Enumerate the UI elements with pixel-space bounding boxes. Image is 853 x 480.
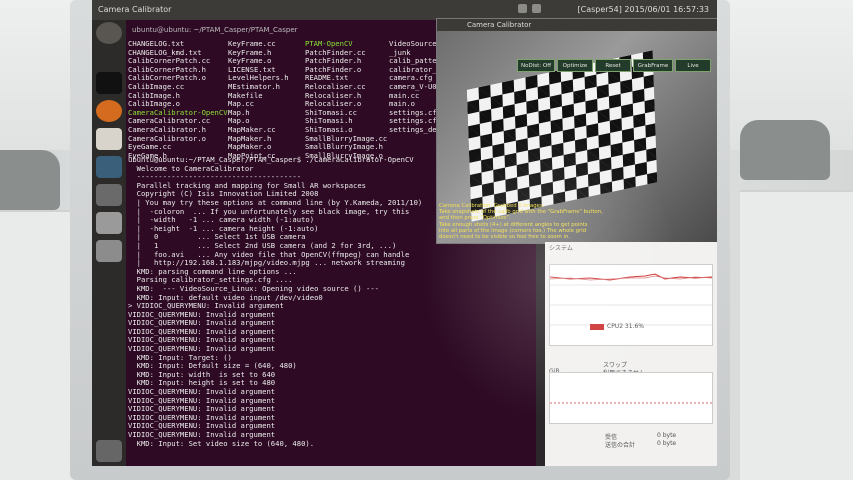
net-total-label: 送信の合計 — [605, 442, 636, 449]
calibration-message: Camera Calibration: Grabbed 0 images. Tak… — [439, 203, 619, 240]
desk-right — [740, 190, 853, 480]
nodist-button[interactable]: NoDist: Off — [517, 59, 555, 72]
calibrator-icon[interactable] — [96, 212, 122, 234]
calibrator-title: Camera Calibrator — [467, 21, 532, 29]
terminal-title: ubuntu@ubuntu: ~/PTAM_Casper/PTAM_Casper — [132, 26, 298, 34]
ubuntu-top-panel: Camera Calibrator [Casper54] 2015/06/01 … — [92, 0, 717, 20]
unity-launcher — [92, 20, 126, 466]
cpu-line — [549, 273, 713, 281]
terminal-icon[interactable] — [96, 72, 122, 94]
output-line: KMD: Input: Set video size to (640, 480)… — [128, 438, 315, 448]
dash-icon[interactable] — [96, 22, 122, 44]
calibrator-window[interactable]: Camera Calibrator NoDist: Off Optimize R… — [436, 18, 717, 244]
photo-scene: Camera Calibrator [Casper54] 2015/06/01 … — [0, 0, 853, 480]
optimize-button[interactable]: Optimize — [557, 59, 593, 72]
desk-left — [0, 210, 80, 480]
network-icon — [518, 4, 527, 13]
terminal-output: ubuntu@ubuntu:~/PTAM_Casper/PTAM_Casper$… — [128, 155, 422, 448]
system-monitor-window[interactable]: システム CPU2 31.6% スワップ 利用できません GiB 受信 — [545, 242, 717, 466]
live-button[interactable]: Live — [675, 59, 711, 72]
grabframe-button[interactable]: GrabFrame — [633, 59, 673, 72]
cpu-legend: CPU2 31.6% — [590, 323, 644, 330]
cpu-label: CPU2 31.6% — [607, 323, 644, 330]
help-icon[interactable] — [96, 184, 122, 206]
trash-icon[interactable] — [96, 440, 122, 462]
message-line: doesn't need to be visible so feel free … — [439, 234, 571, 241]
network-graph — [549, 372, 713, 424]
panel-status: [Casper54] 2015/06/01 16:57:33 — [577, 5, 710, 14]
firefox-icon[interactable] — [96, 100, 122, 122]
volume-icon — [532, 4, 541, 13]
file-row: CameraCalibrator.o MapMaker.h SmallBlurryI… — [128, 134, 469, 144]
monitor-header: システム — [549, 245, 573, 252]
reset-button[interactable]: Reset — [595, 59, 631, 72]
cpu-graph: CPU2 31.6% — [549, 264, 713, 346]
net-recv-value: 0 byte — [657, 432, 677, 439]
network-graph-svg — [550, 402, 712, 404]
drive-icon[interactable] — [96, 240, 122, 262]
file-row: EyeGame.cc MapMaker.o SmallBlurryImage.h — [128, 143, 469, 152]
camera-view: NoDist: Off Optimize Reset GrabFrame Liv… — [437, 31, 717, 243]
cpu-swatch — [590, 323, 604, 330]
chair-right — [740, 120, 830, 180]
text-editor-icon[interactable] — [96, 128, 122, 150]
cpu-graph-svg — [549, 273, 713, 326]
laptop-screen: Camera Calibrator [Casper54] 2015/06/01 … — [92, 0, 717, 466]
panel-title: Camera Calibrator — [98, 5, 172, 14]
system-monitor-icon[interactable] — [96, 156, 122, 178]
calibrator-titlebar: Camera Calibrator — [437, 19, 717, 31]
file-listing: CHANGELOG.txt KeyFrame.cc PTAM-OpenCV Video… — [128, 39, 469, 160]
chair-left — [0, 150, 60, 210]
checkerboard-pattern — [466, 50, 658, 222]
net-total-value: 0 byte — [657, 440, 677, 447]
